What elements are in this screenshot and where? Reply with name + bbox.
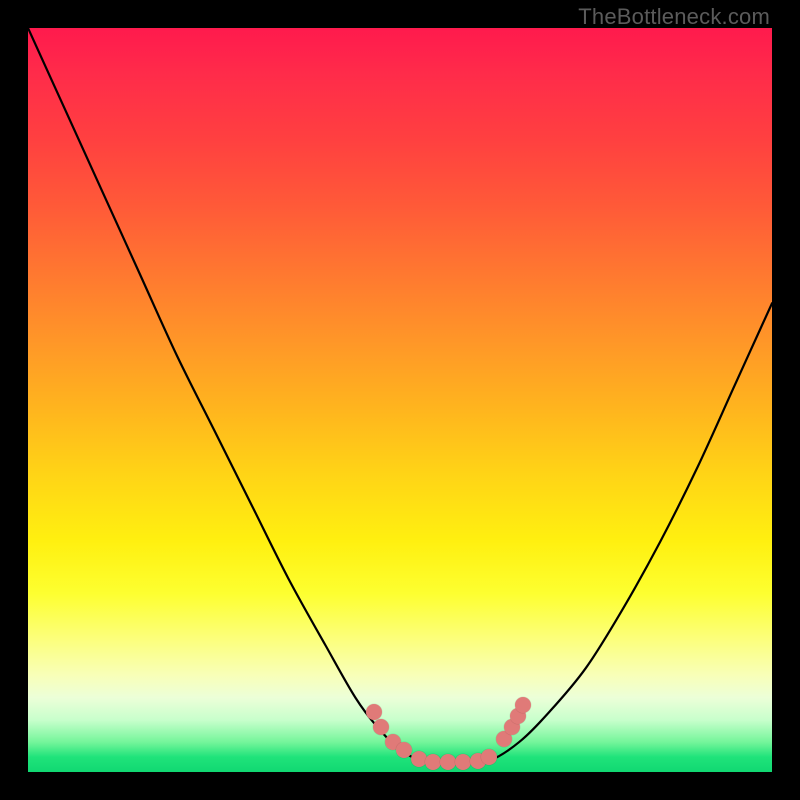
highlight-dot [396,742,412,758]
outer-frame: TheBottleneck.com [0,0,800,800]
highlight-dot [366,704,382,720]
watermark-text: TheBottleneck.com [578,4,770,30]
highlight-dot [440,754,456,770]
highlight-dot [481,749,497,765]
bottleneck-curve-path [28,28,772,763]
highlight-dot [455,754,471,770]
plot-area [28,28,772,772]
highlight-dot [373,719,389,735]
highlight-dot [411,751,427,767]
highlight-dot [425,754,441,770]
curve-svg [28,28,772,772]
highlight-dot [515,697,531,713]
